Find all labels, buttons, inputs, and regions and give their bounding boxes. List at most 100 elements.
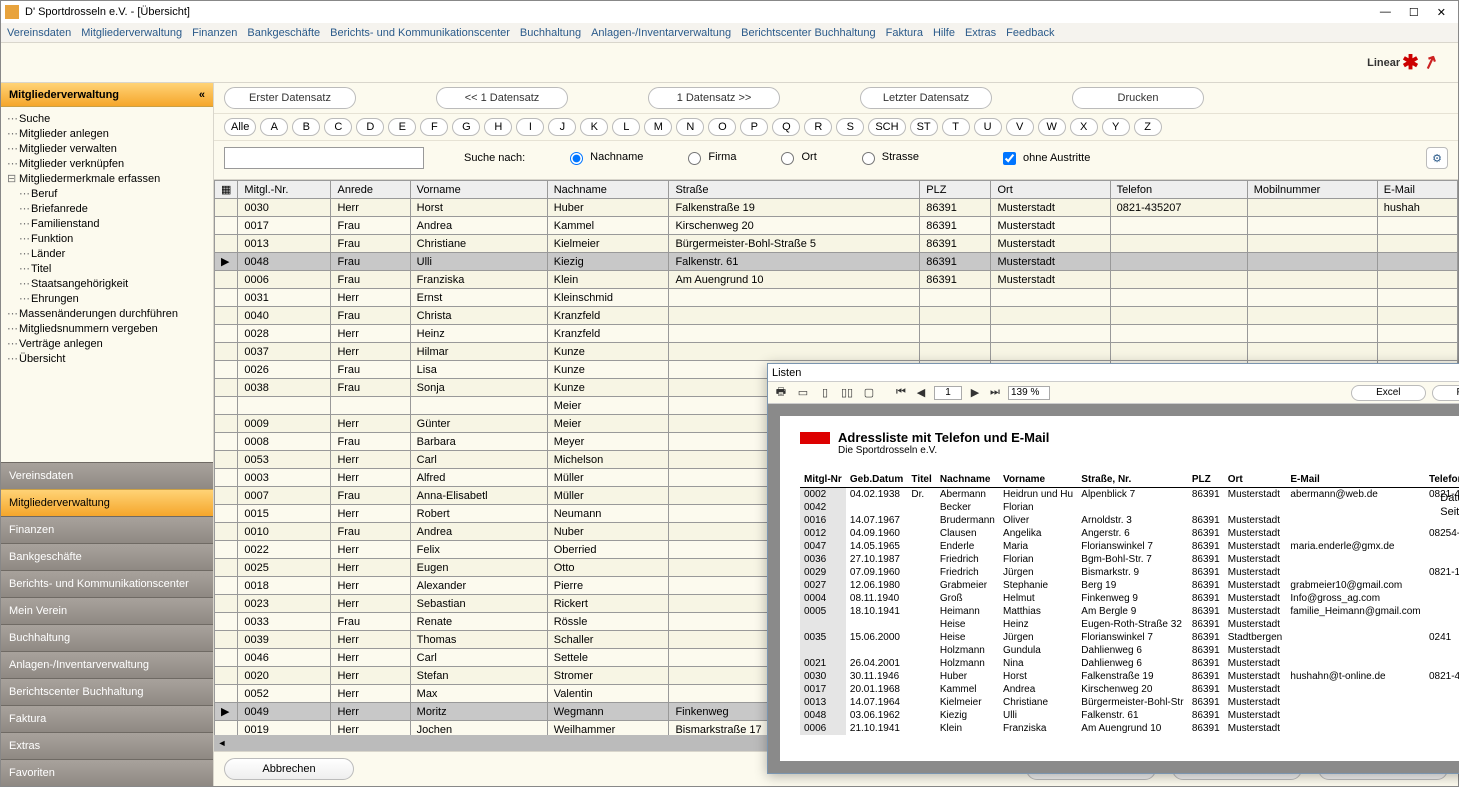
collapse-icon[interactable]: « <box>199 89 205 101</box>
report-window[interactable]: Listen — ☐ ✕ 🖶 ▭ ▯ ▯▯ ▢ ⏮ ◀ <box>767 363 1459 774</box>
previous-view-icon[interactable]: ▭ <box>796 386 810 400</box>
section-mein-verein[interactable]: Mein Verein <box>1 597 213 624</box>
table-row[interactable]: 0040FrauChristaKranzfeld <box>215 307 1458 325</box>
nav-familienstand[interactable]: ⋯Familienstand <box>3 216 211 231</box>
menu-berichtscenter-buchhaltung[interactable]: Berichtscenter Buchhaltung <box>741 27 876 39</box>
alpha-x[interactable]: X <box>1070 118 1098 136</box>
alpha-m[interactable]: M <box>644 118 672 136</box>
alpha-n[interactable]: N <box>676 118 704 136</box>
nav-massen-nderungen-durchf-hren[interactable]: ⋯Massenänderungen durchführen <box>3 306 211 321</box>
menu-extras[interactable]: Extras <box>965 27 996 39</box>
section-bankgesch-fte[interactable]: Bankgeschäfte <box>1 543 213 570</box>
alpha-b[interactable]: B <box>292 118 320 136</box>
alpha-y[interactable]: Y <box>1102 118 1130 136</box>
alpha-u[interactable]: U <box>974 118 1002 136</box>
menu-feedback[interactable]: Feedback <box>1006 27 1054 39</box>
alpha-sch[interactable]: SCH <box>868 118 905 136</box>
cancel-button[interactable]: Abbrechen <box>224 758 354 780</box>
alpha-v[interactable]: V <box>1006 118 1034 136</box>
first-page-icon[interactable]: ⏮ <box>894 386 908 400</box>
nav-mitgliedsnummern-vergeben[interactable]: ⋯Mitgliedsnummern vergeben <box>3 321 211 336</box>
table-row[interactable]: 0031HerrErnstKleinschmid <box>215 289 1458 307</box>
menu-berichts-und-kommunikationscenter[interactable]: Berichts- und Kommunikationscenter <box>330 27 510 39</box>
last-page-icon[interactable]: ⏭ <box>988 386 1002 400</box>
alpha-s[interactable]: S <box>836 118 864 136</box>
first-button[interactable]: Erster Datensatz <box>224 87 356 109</box>
menu-faktura[interactable]: Faktura <box>886 27 923 39</box>
prev-button[interactable]: << 1 Datensatz <box>436 87 568 109</box>
ohne-austritte-checkbox[interactable]: ohne Austritte <box>999 149 1090 168</box>
two-page-icon[interactable]: ▯▯ <box>840 386 854 400</box>
nav-vertr-ge-anlegen[interactable]: ⋯Verträge anlegen <box>3 336 211 351</box>
table-row[interactable]: 0030HerrHorstHuberFalkenstraße 1986391Mu… <box>215 199 1458 217</box>
menu-anlagen-inventarverwaltung[interactable]: Anlagen-/Inventarverwaltung <box>591 27 731 39</box>
nav-mitgliedermerkmale-erfassen[interactable]: ⊟Mitgliedermerkmale erfassen <box>3 171 211 186</box>
menu-finanzen[interactable]: Finanzen <box>192 27 237 39</box>
nav-ehrungen[interactable]: ⋯Ehrungen <box>3 291 211 306</box>
section-anlagen-inventarverwaltung[interactable]: Anlagen-/Inventarverwaltung <box>1 651 213 678</box>
alpha-w[interactable]: W <box>1038 118 1066 136</box>
alpha-j[interactable]: J <box>548 118 576 136</box>
section-vereinsdaten[interactable]: Vereinsdaten <box>1 462 213 489</box>
search-input[interactable] <box>224 147 424 169</box>
alpha-l[interactable]: L <box>612 118 640 136</box>
alpha-f[interactable]: F <box>420 118 448 136</box>
alpha-d[interactable]: D <box>356 118 384 136</box>
section-berichts-und-kommunikationscenter[interactable]: Berichts- und Kommunikationscenter <box>1 570 213 597</box>
menu-buchhaltung[interactable]: Buchhaltung <box>520 27 581 39</box>
excel-button[interactable]: Excel <box>1351 385 1425 401</box>
nav-briefanrede[interactable]: ⋯Briefanrede <box>3 201 211 216</box>
radio-ort[interactable]: Ort <box>776 149 816 165</box>
nav-mitglieder-anlegen[interactable]: ⋯Mitglieder anlegen <box>3 126 211 141</box>
nav-mitglieder-verwalten[interactable]: ⋯Mitglieder verwalten <box>3 141 211 156</box>
section-mitgliederverwaltung[interactable]: Mitgliederverwaltung <box>1 489 213 516</box>
print-icon[interactable]: 🖶 <box>774 386 788 400</box>
nav-mitglieder-verkn-pfen[interactable]: ⋯Mitglieder verknüpfen <box>3 156 211 171</box>
table-row[interactable]: 0006FrauFranziskaKleinAm Auengrund 10863… <box>215 271 1458 289</box>
menu-bankgesch-fte[interactable]: Bankgeschäfte <box>247 27 320 39</box>
table-row[interactable]: 0013FrauChristianeKielmeierBürgermeister… <box>215 235 1458 253</box>
alpha-k[interactable]: K <box>580 118 608 136</box>
alpha-r[interactable]: R <box>804 118 832 136</box>
page-number-input[interactable] <box>934 386 962 400</box>
maximize-button[interactable]: ☐ <box>1409 6 1419 19</box>
menu-vereinsdaten[interactable]: Vereinsdaten <box>7 27 71 39</box>
section-finanzen[interactable]: Finanzen <box>1 516 213 543</box>
alpha-e[interactable]: E <box>388 118 416 136</box>
alpha-t[interactable]: T <box>942 118 970 136</box>
table-row[interactable]: 0037HerrHilmarKunze <box>215 343 1458 361</box>
nav-l-nder[interactable]: ⋯Länder <box>3 246 211 261</box>
nav-titel[interactable]: ⋯Titel <box>3 261 211 276</box>
next-page-icon[interactable]: ▶ <box>968 386 982 400</box>
section-faktura[interactable]: Faktura <box>1 705 213 732</box>
section-buchhaltung[interactable]: Buchhaltung <box>1 624 213 651</box>
nav-staatsangeh-rigkeit[interactable]: ⋯Staatsangehörigkeit <box>3 276 211 291</box>
alpha-alle[interactable]: Alle <box>224 118 256 136</box>
radio-strasse[interactable]: Strasse <box>857 149 919 165</box>
zoom-input[interactable] <box>1008 386 1050 400</box>
alpha-p[interactable]: P <box>740 118 768 136</box>
nav-funktion[interactable]: ⋯Funktion <box>3 231 211 246</box>
menu-hilfe[interactable]: Hilfe <box>933 27 955 39</box>
radio-nachname[interactable]: Nachname <box>565 149 643 165</box>
gear-icon[interactable]: ⚙ <box>1426 147 1448 169</box>
whole-page-icon[interactable]: ▢ <box>862 386 876 400</box>
minimize-button[interactable]: — <box>1380 6 1391 19</box>
last-button[interactable]: Letzter Datensatz <box>860 87 992 109</box>
pdf-button[interactable]: PDF <box>1432 385 1459 401</box>
section-extras[interactable]: Extras <box>1 732 213 759</box>
alpha-st[interactable]: ST <box>910 118 938 136</box>
prev-page-icon[interactable]: ◀ <box>914 386 928 400</box>
print-button[interactable]: Drucken <box>1072 87 1204 109</box>
table-row[interactable]: 0028HerrHeinzKranzfeld <box>215 325 1458 343</box>
radio-firma[interactable]: Firma <box>683 149 736 165</box>
table-row[interactable]: 0017FrauAndreaKammelKirschenweg 2086391M… <box>215 217 1458 235</box>
section-berichtscenter-buchhaltung[interactable]: Berichtscenter Buchhaltung <box>1 678 213 705</box>
alpha-a[interactable]: A <box>260 118 288 136</box>
alpha-h[interactable]: H <box>484 118 512 136</box>
alpha-g[interactable]: G <box>452 118 480 136</box>
nav-beruf[interactable]: ⋯Beruf <box>3 186 211 201</box>
alpha-z[interactable]: Z <box>1134 118 1162 136</box>
next-button[interactable]: 1 Datensatz >> <box>648 87 780 109</box>
nav-suche[interactable]: ⋯Suche <box>3 111 211 126</box>
